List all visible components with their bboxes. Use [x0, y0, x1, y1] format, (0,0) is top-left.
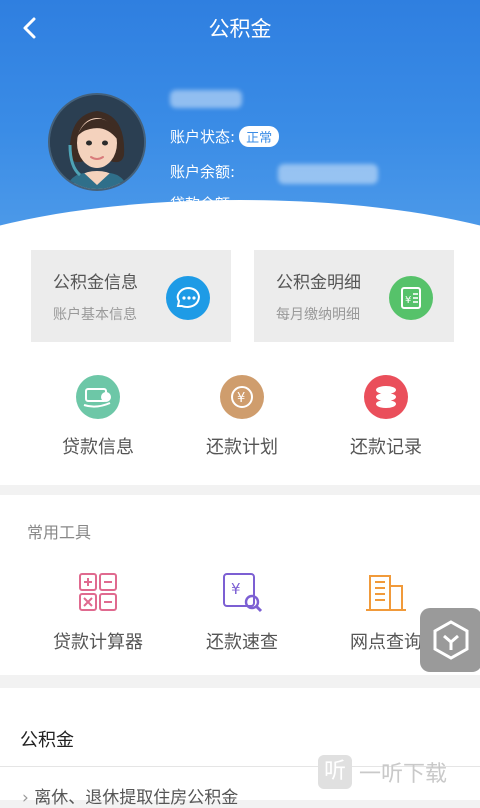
calculator-icon [76, 570, 120, 614]
watermark: 听 一听下载 [318, 755, 478, 795]
balance-row: 账户余额: [170, 161, 235, 182]
card-subtitle: 每月缴纳明细 [276, 307, 360, 323]
top-bar: 公积金 [0, 0, 480, 56]
chat-bubble-icon [166, 276, 210, 320]
loan-info-label: 贷款信息 [62, 437, 134, 458]
status-badge: 正常 [239, 126, 280, 147]
chevron-right-icon: › [22, 788, 29, 808]
repayment-lookup-label: 还款速查 [206, 632, 278, 653]
page-title: 公积金 [208, 17, 272, 41]
list-item-label: 离休、退休提取住房公积金 [34, 788, 239, 808]
watermark-text: 一听下载 [359, 762, 448, 787]
building-icon [364, 570, 408, 614]
money-transfer-icon [76, 375, 120, 419]
loan-calculator-label: 贷款计算器 [53, 632, 143, 653]
watermark-logo-icon: 听 [318, 755, 352, 789]
floating-assistant-button[interactable] [420, 608, 480, 672]
yen-search-icon: ¥ [220, 570, 264, 614]
balance-label: 账户余额: [170, 163, 236, 181]
coins-icon [364, 375, 408, 419]
card-title: 公积金信息 [53, 273, 138, 293]
loan-info-button[interactable]: 贷款信息 [18, 375, 178, 459]
loan-calculator-button[interactable]: 贷款计算器 [18, 570, 178, 654]
tools-section-title: 常用工具 [27, 523, 92, 542]
card-subtitle: 账户基本信息 [53, 307, 137, 323]
username-redacted [170, 90, 242, 108]
card-title: 公积金明细 [276, 273, 361, 293]
account-status-row: 账户状态: 正常 [170, 126, 280, 147]
avatar[interactable] [48, 93, 146, 191]
repayment-plan-label: 还款计划 [206, 437, 278, 458]
card-fund-info[interactable]: 公积金信息 账户基本信息 [31, 250, 231, 342]
status-label: 账户状态: [170, 128, 236, 146]
loan-label: 贷款余额: [170, 195, 236, 213]
svg-text:¥: ¥ [237, 391, 245, 406]
ledger-icon: ¥ [389, 276, 433, 320]
repayment-record-button[interactable]: 还款记录 [306, 375, 466, 459]
repayment-plan-button[interactable]: ¥ 还款计划 [162, 375, 322, 459]
svg-text:¥: ¥ [231, 580, 241, 598]
list-item[interactable]: › 离休、退休提取住房公积金 [22, 783, 238, 808]
fund-section-title: 公积金 [20, 730, 74, 751]
card-fund-detail[interactable]: 公积金明细 每月缴纳明细 ¥ [254, 250, 454, 342]
repayment-lookup-button[interactable]: ¥ 还款速查 [162, 570, 322, 654]
balance-redacted [278, 164, 378, 184]
loan-row: 贷款余额: - [170, 193, 275, 214]
loan-value: - [269, 195, 276, 213]
yen-clock-icon: ¥ [220, 375, 264, 419]
svg-text:¥: ¥ [405, 295, 411, 306]
repayment-record-label: 还款记录 [350, 437, 422, 458]
